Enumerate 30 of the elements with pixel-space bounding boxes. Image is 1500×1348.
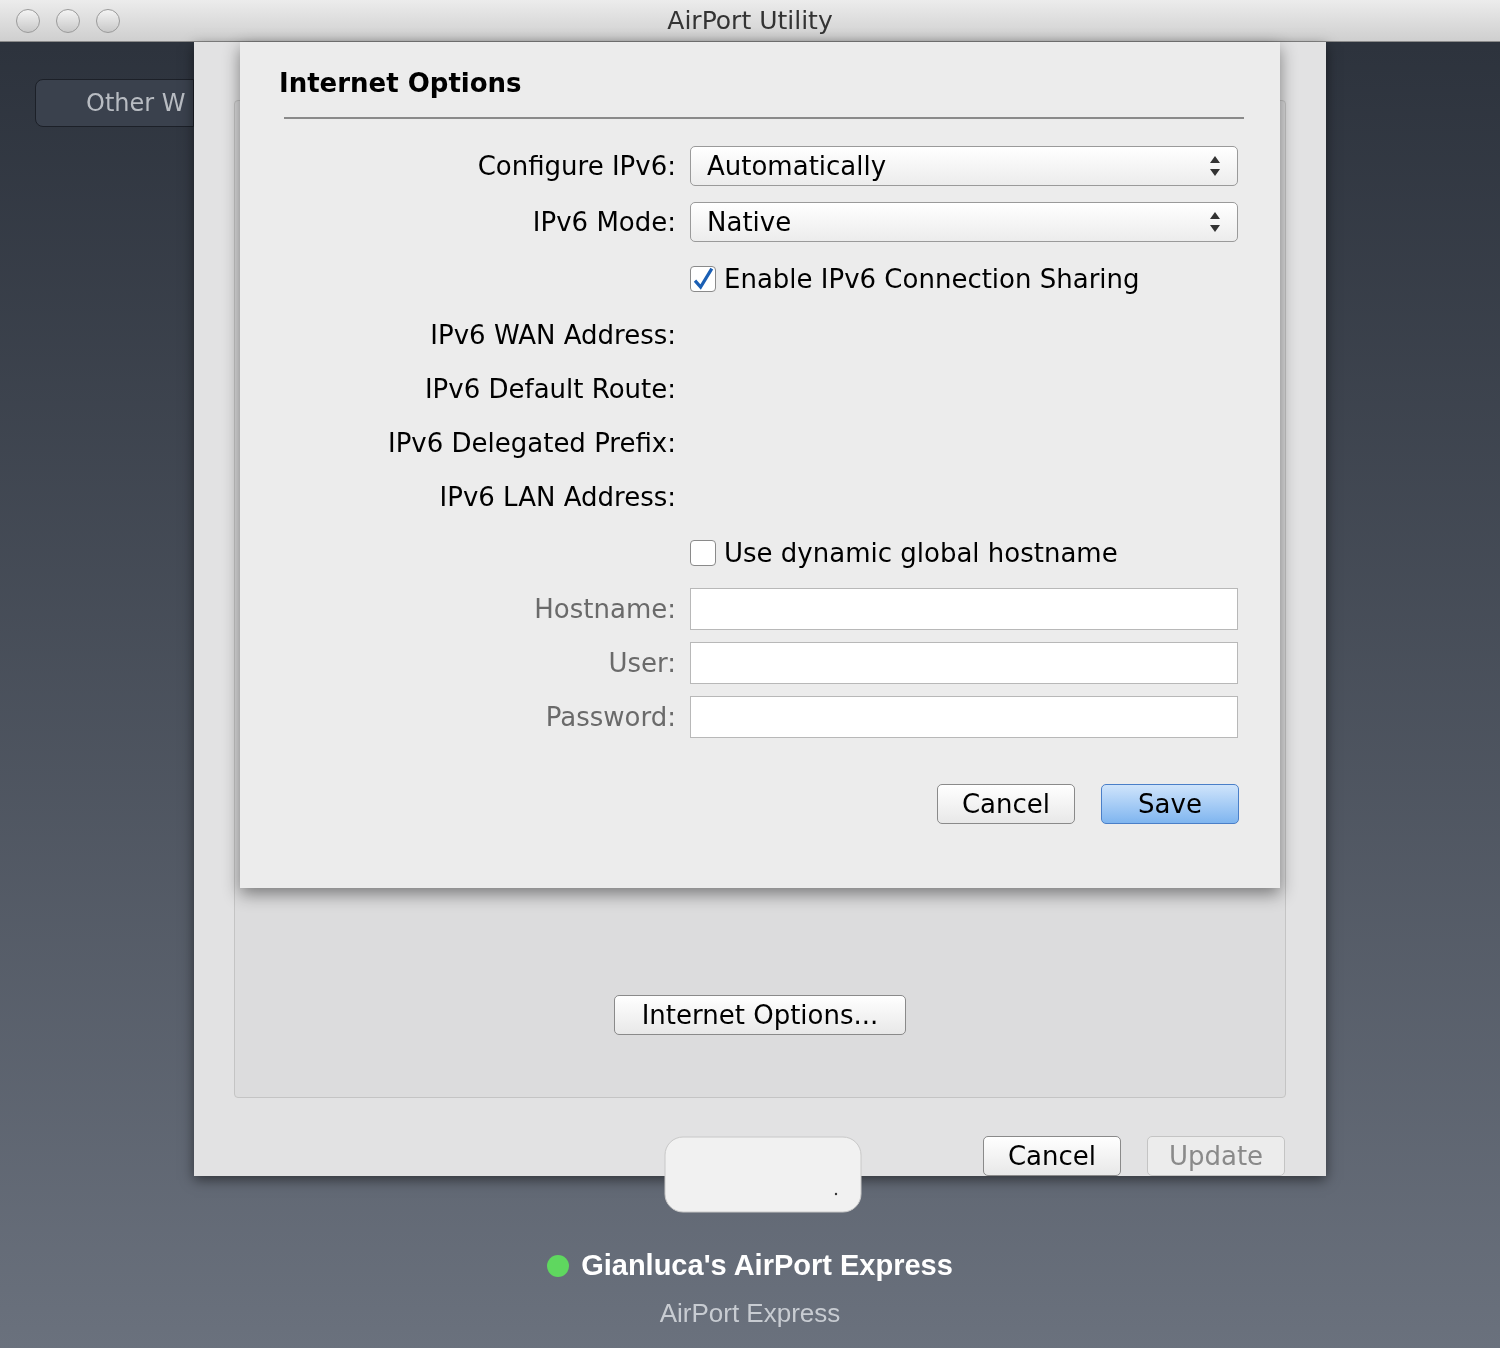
sidebar-button[interactable]: Other W	[35, 79, 194, 127]
window-control-button[interactable]	[96, 8, 120, 33]
field-label: IPv6 LAN Address:	[438, 480, 676, 514]
field-label: IPv6 Default Route:	[423, 372, 676, 406]
field-label: Hostname:	[533, 592, 676, 626]
device-name: Gianluca's AirPort Express	[581, 1248, 953, 1283]
up-down-arrows-icon	[1209, 155, 1221, 177]
cancel-button[interactable]: Cancel	[983, 1136, 1121, 1176]
field-label: IPv6 Delegated Prefix:	[386, 426, 676, 460]
window-title: AirPort Utility	[666, 4, 834, 37]
checkbox-label: Enable IPv6 Connection Sharing	[724, 262, 1140, 296]
checkbox-label: Use dynamic global hostname	[724, 536, 1118, 570]
field-label: IPv6 Mode:	[531, 205, 676, 239]
device-model: AirPort Express	[659, 1296, 841, 1330]
popup-button[interactable]: Native	[690, 202, 1238, 242]
checkbox[interactable]	[690, 540, 716, 566]
default-button[interactable]: Save	[1101, 784, 1239, 824]
cancel-button[interactable]: Cancel	[937, 784, 1075, 824]
field-label: IPv6 WAN Address:	[429, 318, 676, 352]
window-control-button[interactable]	[56, 8, 80, 33]
checkbox[interactable]	[690, 266, 716, 292]
field-label: Configure IPv6:	[476, 149, 676, 183]
sheet-title: Internet Options	[279, 67, 523, 100]
up-down-arrows-icon	[1209, 211, 1221, 233]
internet-options-button[interactable]: Internet Options...	[614, 995, 906, 1035]
checkmark-icon	[691, 267, 715, 291]
popup-button[interactable]: Automatically	[690, 146, 1238, 186]
window-control-button[interactable]	[16, 8, 40, 33]
field-label: Password:	[544, 700, 676, 734]
field-label: User:	[607, 646, 676, 680]
